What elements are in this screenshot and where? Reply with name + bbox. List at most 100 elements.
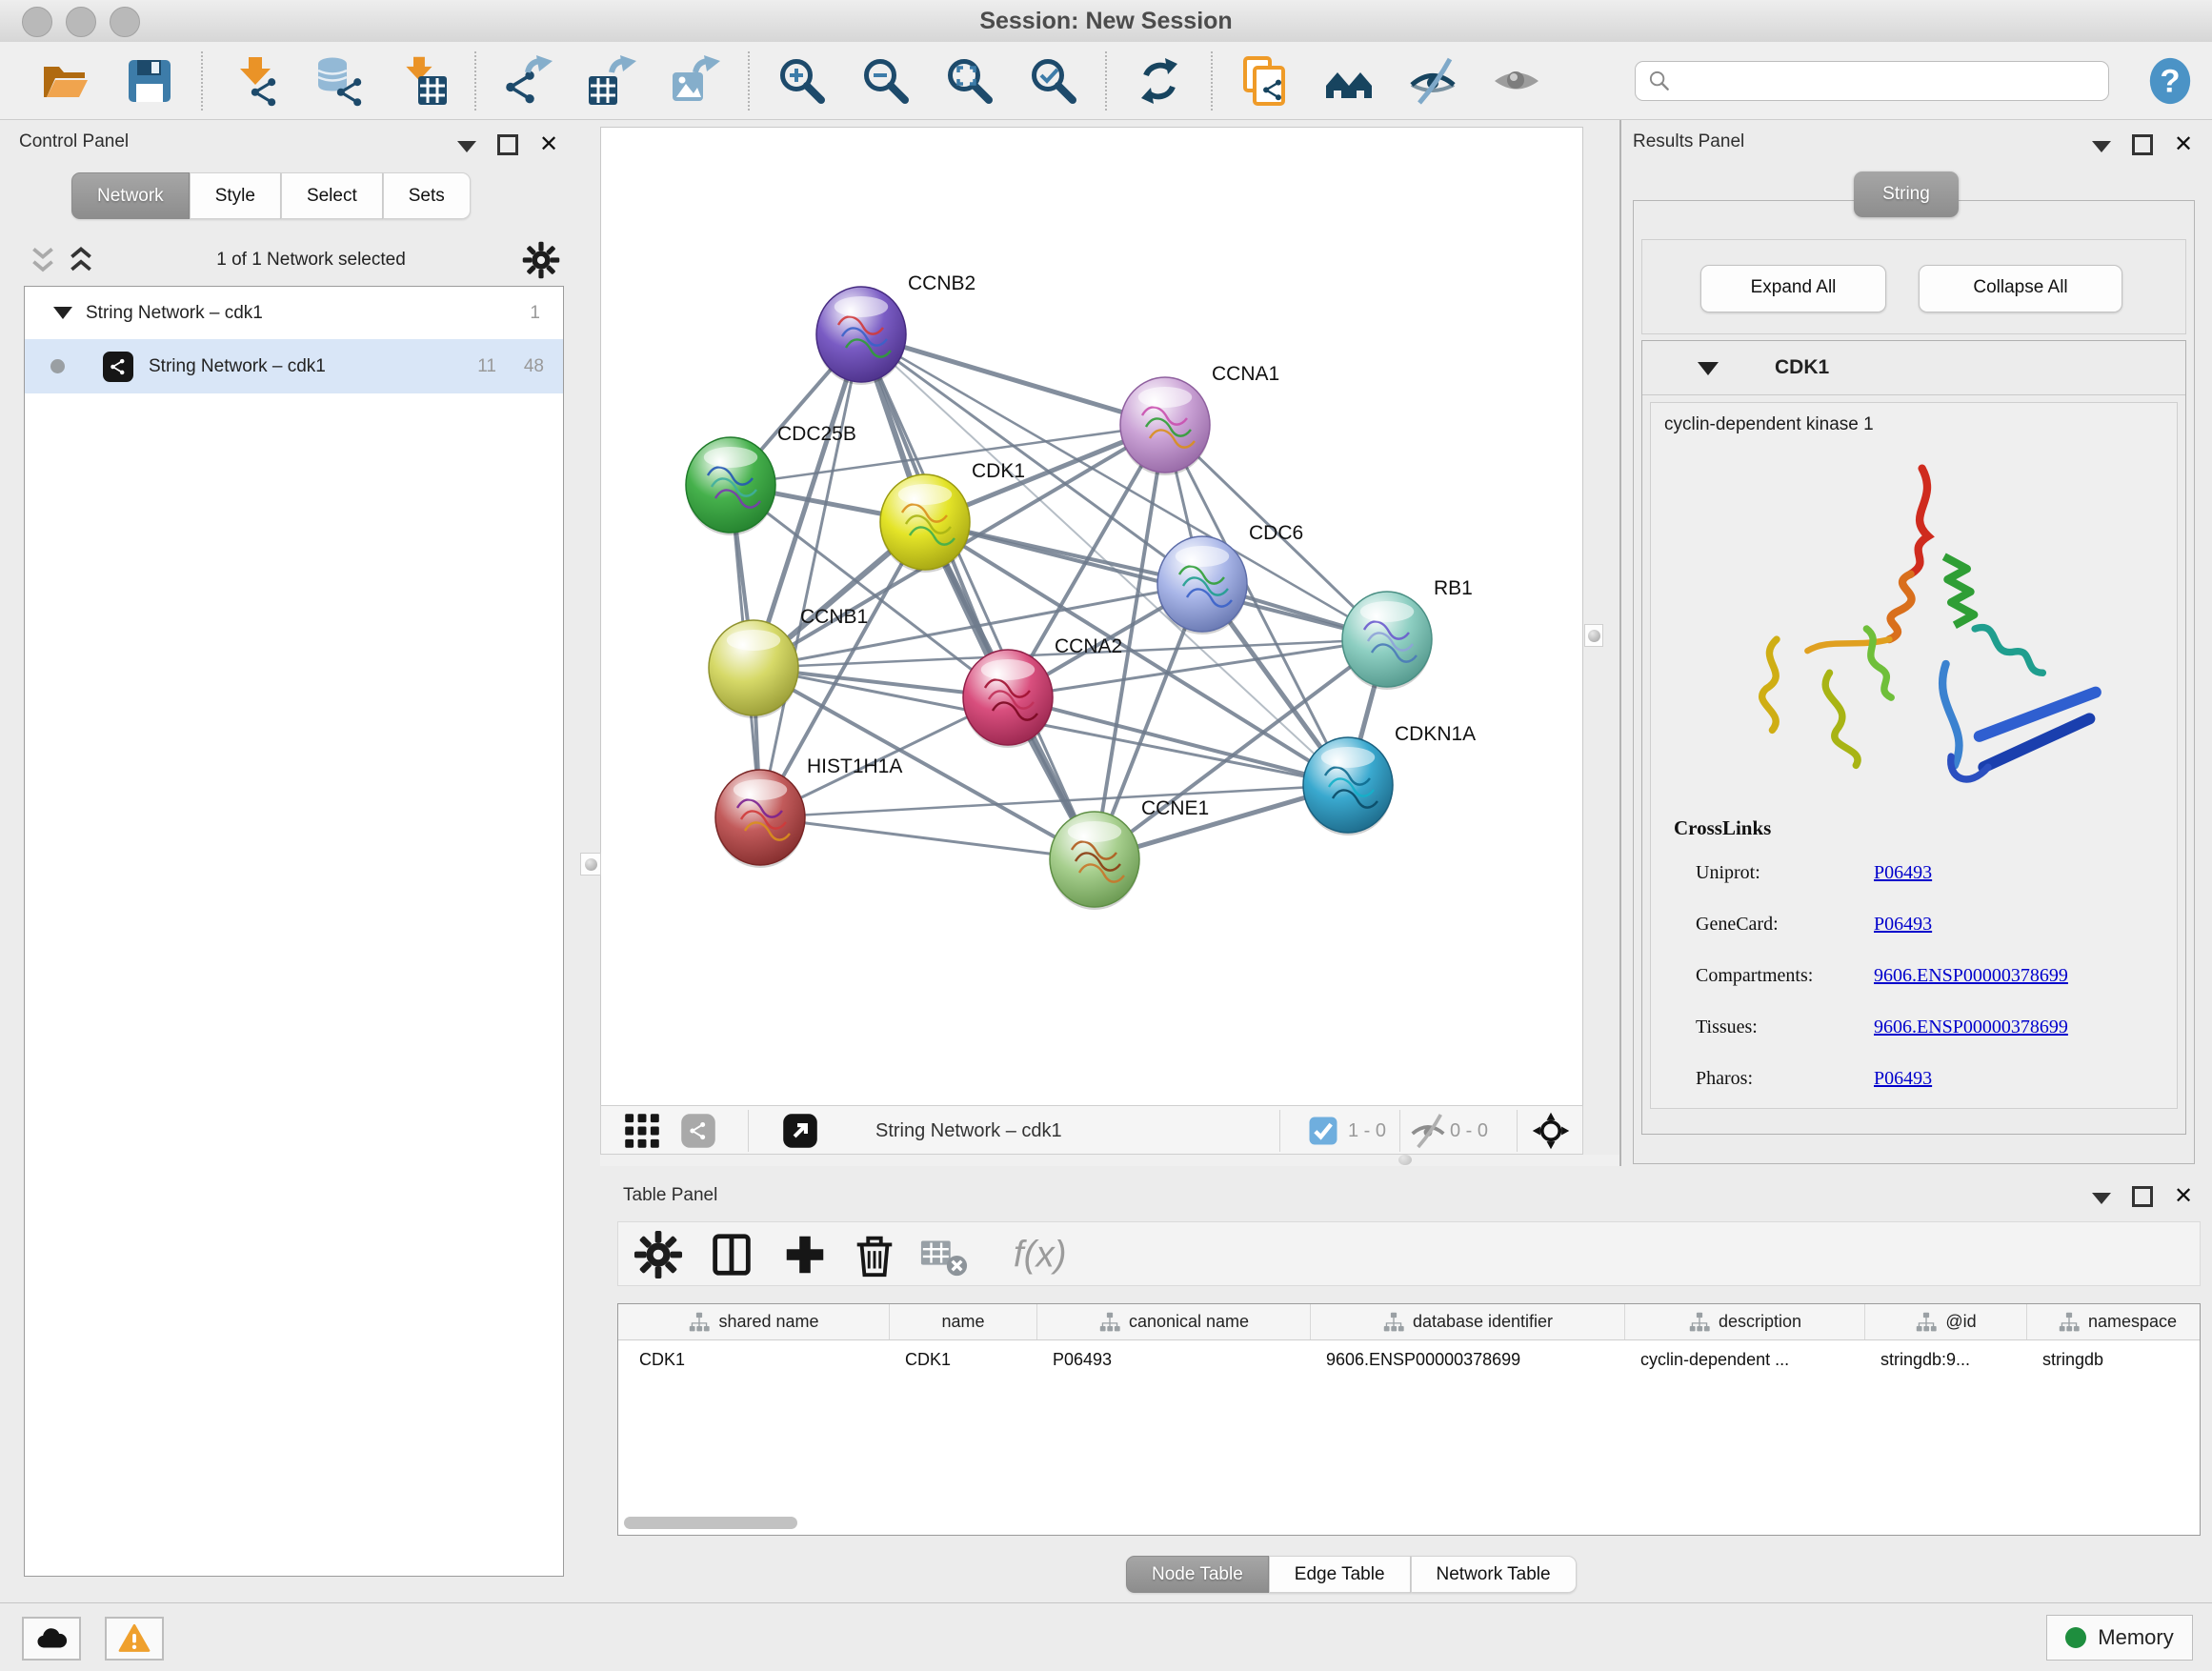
collapse-all-button[interactable]: Collapse All — [1919, 265, 2122, 312]
tab-string[interactable]: String — [1854, 171, 1959, 217]
panel-float-icon[interactable] — [2132, 134, 2153, 155]
scrollbar-thumb[interactable] — [624, 1517, 797, 1529]
search-input[interactable] — [1679, 64, 2108, 98]
export-table-button[interactable] — [587, 55, 638, 107]
gene-section-header[interactable]: CDK1 — [1642, 341, 2185, 395]
network-edge[interactable] — [760, 334, 861, 817]
column-header-namespace[interactable]: namespace — [2027, 1304, 2201, 1339]
network-graph[interactable]: CCNB2 CCNA1 CDC25B CDK1 CDC6 RB1 CCNB1 C… — [601, 128, 1582, 1104]
table-cell: CDK1 — [890, 1340, 1037, 1379]
crosslink-link[interactable]: 9606.ENSP00000378699 — [1874, 965, 2068, 987]
open-session-button[interactable] — [40, 55, 91, 107]
network-edge[interactable] — [760, 817, 1095, 859]
save-session-button[interactable] — [124, 55, 175, 107]
table-horizontal-scrollbar[interactable] — [622, 1517, 2194, 1529]
network-row-selected[interactable]: String Network – cdk1 11 48 — [25, 339, 563, 393]
tab-style[interactable]: Style — [190, 172, 281, 219]
gene-description: cyclin-dependent kinase 1 — [1664, 414, 1874, 435]
network-node-cdkn1a[interactable]: CDKN1A — [1303, 723, 1476, 836]
memory-button[interactable]: Memory — [2046, 1615, 2193, 1661]
tab-node-table[interactable]: Node Table — [1126, 1556, 1269, 1593]
network-canvas[interactable]: CCNB2 CCNA1 CDC25B CDK1 CDC6 RB1 CCNB1 C… — [600, 127, 1583, 1105]
hide-selection-button[interactable] — [1407, 55, 1458, 107]
network-node-ccnb1[interactable]: CCNB1 — [709, 606, 868, 718]
splitter-handle[interactable] — [1398, 1155, 1412, 1165]
show-columns-icon[interactable] — [707, 1230, 756, 1279]
fit-selection-icon[interactable] — [1532, 1112, 1570, 1150]
column-header-name[interactable]: name — [890, 1304, 1037, 1339]
network-selector-row: 1 of 1 Network selected — [24, 236, 564, 284]
network-edge[interactable] — [1008, 697, 1348, 785]
crosslink-label: Tissues: — [1696, 1017, 1758, 1037]
detach-view-icon[interactable] — [781, 1112, 819, 1150]
network-edge[interactable] — [861, 334, 1095, 859]
column-label: shared name — [718, 1312, 818, 1332]
import-network-file-button[interactable] — [230, 55, 281, 107]
column-header-database-identifier[interactable]: database identifier — [1311, 1304, 1625, 1339]
network-node-rb1[interactable]: RB1 — [1342, 577, 1473, 690]
collection-expand-icon[interactable] — [53, 307, 72, 319]
zoom-out-button[interactable] — [860, 55, 912, 107]
table-row[interactable]: CDK1CDK1P064939606.ENSP00000378699cyclin… — [618, 1340, 2200, 1379]
clone-network-button[interactable] — [1239, 55, 1291, 107]
apply-layout-button[interactable] — [1134, 55, 1185, 107]
delete-column-icon[interactable] — [850, 1230, 899, 1279]
column-header--id[interactable]: @id — [1865, 1304, 2027, 1339]
panel-float-menu-icon[interactable] — [457, 141, 476, 152]
toolbar-groups — [40, 51, 1575, 111]
zoom-in-button[interactable] — [776, 55, 828, 107]
tab-select[interactable]: Select — [281, 172, 383, 219]
tab-network[interactable]: Network — [71, 172, 190, 219]
collapse-all-networks-icon[interactable] — [62, 242, 100, 278]
network-node-cdk1[interactable]: CDK1 — [880, 460, 1025, 573]
help-button[interactable]: ? — [2145, 56, 2195, 106]
gene-name: CDK1 — [1775, 341, 1829, 394]
zoom-selected-button[interactable] — [1028, 55, 1079, 107]
panel-float-menu-icon[interactable] — [2092, 1193, 2111, 1204]
network-node-ccnb2[interactable]: CCNB2 — [816, 272, 975, 385]
table-panel-header-icons: ✕ — [2092, 1185, 2195, 1207]
expand-all-networks-icon[interactable] — [24, 242, 62, 278]
selected-count-icon[interactable] — [1307, 1115, 1339, 1147]
cloud-status-button[interactable] — [22, 1617, 81, 1661]
tab-sets[interactable]: Sets — [383, 172, 471, 219]
network-collection-row[interactable]: String Network – cdk1 1 — [25, 287, 563, 339]
network-options-gear-icon[interactable] — [522, 241, 560, 279]
export-image-button[interactable] — [671, 55, 722, 107]
tab-network-table[interactable]: Network Table — [1411, 1556, 1577, 1593]
panel-close-icon[interactable]: ✕ — [2174, 134, 2195, 155]
network-edge[interactable] — [861, 334, 1165, 425]
table-options-gear-icon[interactable] — [633, 1230, 683, 1279]
crosslink-link[interactable]: 9606.ENSP00000378699 — [1874, 1017, 2068, 1038]
left-splitter-collapse-handle[interactable] — [580, 853, 601, 876]
panel-close-icon[interactable]: ✕ — [2174, 1186, 2195, 1207]
network-current-bullet — [50, 359, 65, 373]
panel-float-icon[interactable] — [497, 134, 518, 155]
export-network-button[interactable] — [503, 55, 554, 107]
crosslink-link[interactable]: P06493 — [1874, 914, 1932, 936]
crosslink-link[interactable]: P06493 — [1874, 862, 1932, 884]
home-button[interactable] — [1323, 55, 1375, 107]
warnings-button[interactable] — [105, 1617, 164, 1661]
hidden-count-icon[interactable] — [1409, 1112, 1447, 1150]
gene-collapse-icon[interactable] — [1698, 362, 1719, 375]
import-network-database-button[interactable] — [313, 55, 365, 107]
import-table-button[interactable] — [397, 55, 449, 107]
network-thumbnail-icon[interactable] — [679, 1112, 717, 1150]
column-header-canonical-name[interactable]: canonical name — [1037, 1304, 1311, 1339]
zoom-fit-button[interactable] — [944, 55, 995, 107]
svg-text:f(x): f(x) — [1014, 1235, 1067, 1276]
show-grid-icon[interactable] — [623, 1112, 661, 1150]
warning-icon — [118, 1622, 151, 1655]
add-column-icon[interactable] — [780, 1230, 830, 1279]
column-header-description[interactable]: description — [1625, 1304, 1865, 1339]
right-splitter-collapse-handle[interactable] — [1584, 624, 1603, 647]
panel-close-icon[interactable]: ✕ — [539, 134, 560, 155]
column-header-shared-name[interactable]: shared name — [618, 1304, 890, 1339]
expand-all-button[interactable]: Expand All — [1700, 265, 1886, 312]
search-box — [1635, 61, 2109, 101]
panel-float-menu-icon[interactable] — [2092, 141, 2111, 152]
panel-float-icon[interactable] — [2132, 1186, 2153, 1207]
tab-edge-table[interactable]: Edge Table — [1269, 1556, 1411, 1593]
crosslink-link[interactable]: P06493 — [1874, 1068, 1932, 1090]
